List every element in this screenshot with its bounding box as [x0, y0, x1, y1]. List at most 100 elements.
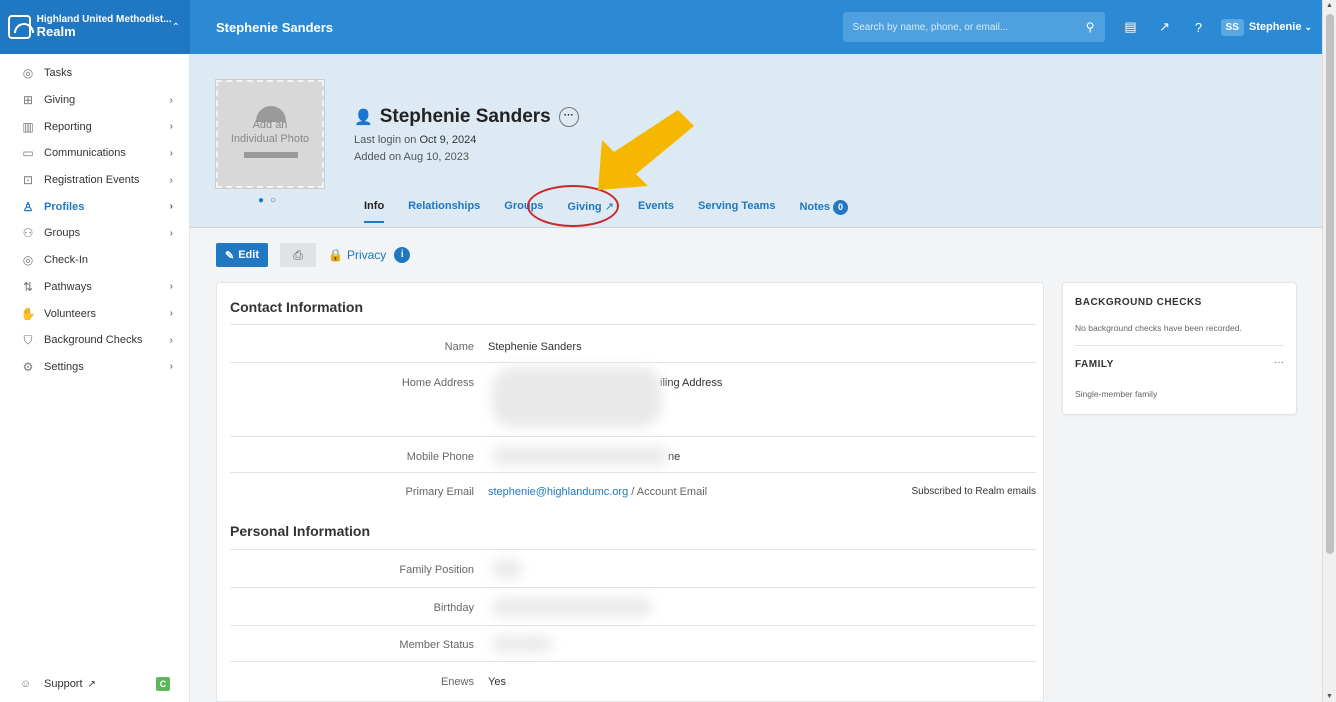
chevron-right-icon: › — [169, 361, 173, 373]
sidebar-item-registration-events[interactable]: ⊡ Registration Events › — [0, 167, 189, 194]
photo-pagination-dots[interactable]: ●○ — [258, 195, 282, 206]
search-input[interactable]: Search by name, phone, or email... ⚲ — [842, 12, 1105, 42]
org-switcher[interactable]: Highland United Methodist... Realm ⌃ — [0, 0, 190, 54]
tab-notes[interactable]: Notes 0 — [799, 200, 849, 223]
address-row: Home Address iling Address — [230, 362, 1036, 436]
sidebar-item-groups[interactable]: ⚇ Groups › — [0, 220, 189, 247]
groups-icon: ⚇ — [22, 226, 34, 241]
tab-relationships[interactable]: Relationships — [408, 200, 480, 223]
print-icon: ⎙ — [293, 247, 303, 262]
support-link[interactable]: ☺ Support ↗ C — [0, 666, 190, 702]
family-title: FAMILY — [1075, 359, 1114, 370]
notes-count-badge: 0 — [833, 200, 849, 215]
sidebar-item-volunteers[interactable]: ✋ Volunteers › — [0, 300, 189, 327]
chevron-right-icon: › — [169, 201, 173, 213]
chevron-right-icon: › — [169, 94, 173, 106]
edit-button[interactable]: ✎ Edit — [216, 243, 268, 267]
tab-events[interactable]: Events — [638, 200, 674, 223]
sidebar-item-background-checks[interactable]: ⛉ Background Checks › — [0, 327, 189, 354]
user-menu[interactable]: SS Stephenie ⌄ — [1220, 18, 1312, 36]
sidebar-item-pathways[interactable]: ⇅ Pathways › — [0, 274, 189, 301]
profile-name-text: Stephenie Sanders — [379, 106, 551, 127]
support-badge[interactable]: C — [156, 677, 170, 691]
subscribed-note: Subscribed to Realm emails — [911, 486, 1037, 497]
sidebar-item-settings[interactable]: ⚙ Settings › — [0, 354, 189, 381]
chat-icon: ▭ — [22, 146, 34, 161]
silhouette-bar — [244, 152, 298, 158]
side-info-card: BACKGROUND CHECKS No background checks h… — [1062, 282, 1297, 415]
privacy-link[interactable]: 🔒 Privacy — [328, 248, 386, 262]
birthday-label: Birthday — [433, 602, 474, 614]
sidebar-item-communications[interactable]: ▭ Communications › — [0, 140, 189, 167]
page-scrollbar[interactable]: ▲ ▼ — [1322, 0, 1336, 702]
pathways-top-icon[interactable]: ↗ — [1157, 19, 1173, 35]
scroll-down-icon[interactable]: ▼ — [1326, 693, 1333, 700]
name-row: Name Stephenie Sanders — [230, 324, 1036, 362]
sidebar: ◎ Tasks ⊞ Giving › ▥ Reporting › ▭ Communicati… — [0, 54, 190, 702]
mailing-address-label: iling Address — [660, 377, 723, 389]
pencil-icon: ✎ — [225, 249, 235, 262]
email-row: Primary Email stephenie@highlandumc.org … — [230, 472, 1036, 508]
sidebar-item-giving[interactable]: ⊞ Giving › — [0, 87, 189, 114]
chevron-down-icon: ⌄ — [1304, 21, 1312, 32]
profile-header: Add an Individual Photo ●○ 👤 Stephenie S… — [190, 54, 1322, 228]
chevron-right-icon: › — [169, 308, 173, 320]
birthday-row: Birthday — [230, 587, 1036, 625]
action-row: ✎ Edit ⎙ 🔒 Privacy i — [216, 243, 411, 267]
check-circle-icon: ◎ — [22, 253, 34, 268]
chevron-right-icon: › — [169, 281, 173, 293]
print-button[interactable]: ⎙ — [280, 243, 316, 267]
search-icon[interactable]: ⚲ — [1086, 20, 1095, 34]
redacted-member-status — [492, 636, 552, 652]
background-checks-title: BACKGROUND CHECKS — [1075, 297, 1202, 308]
page-title: Stephenie Sanders — [216, 19, 334, 35]
pathways-icon: ⇅ — [22, 279, 34, 294]
search-placeholder: Search by name, phone, or email... — [852, 21, 1009, 33]
profile-meta: Last login on Oct 9, 2024 Added on Aug 1… — [354, 134, 477, 163]
sidebar-item-tasks[interactable]: ◎ Tasks — [0, 60, 189, 87]
primary-email-label: Primary Email — [405, 486, 474, 498]
messages-icon[interactable]: ▤ — [1123, 19, 1139, 35]
chevron-right-icon: › — [169, 174, 173, 186]
add-photo-placeholder[interactable]: Add an Individual Photo — [215, 79, 325, 189]
enews-label: Enews — [440, 676, 474, 688]
mobile-phone-label: Mobile Phone — [406, 451, 474, 463]
redacted-address — [492, 367, 662, 427]
person-icon: 👤 — [354, 109, 373, 126]
profile-details-card: Contact Information Name Stephenie Sande… — [216, 282, 1044, 702]
user-name: Stephenie — [1248, 21, 1302, 33]
sidebar-item-check-in[interactable]: ◎ Check-In — [0, 247, 189, 274]
giving-icon: ⊞ — [22, 93, 34, 108]
help-icon[interactable]: ? — [1191, 20, 1207, 35]
external-link-icon: ↗ — [87, 678, 96, 690]
enews-row: Enews Yes — [230, 661, 1036, 699]
profile-name: 👤 Stephenie Sanders ··· — [354, 106, 579, 128]
redacted-family-position — [492, 560, 522, 578]
star-box-icon: ⊡ — [22, 173, 34, 188]
divider — [1075, 345, 1284, 346]
sidebar-item-reporting[interactable]: ▥ Reporting › — [0, 113, 189, 140]
scrollbar-thumb[interactable] — [1326, 14, 1334, 554]
profiles-icon: ♙ — [22, 199, 34, 214]
home-address-label: Home Address — [401, 377, 474, 389]
sidebar-item-profiles[interactable]: ♙ Profiles › — [0, 193, 189, 220]
realm-logo-icon — [8, 15, 34, 39]
name-value: Stephenie Sanders — [488, 341, 582, 353]
primary-email-link[interactable]: stephenie@highlandumc.org — [488, 486, 628, 498]
info-icon[interactable]: i — [394, 247, 411, 263]
chevron-updown-icon: ⌃ — [171, 21, 180, 33]
tab-info[interactable]: Info — [364, 200, 385, 223]
support-icon: ☺ — [20, 678, 32, 690]
chart-icon: ▥ — [22, 119, 34, 134]
more-options-button[interactable]: ··· — [558, 107, 579, 127]
photo-text-line2: Individual Photo — [230, 133, 310, 146]
scroll-up-icon[interactable]: ▲ — [1326, 2, 1333, 9]
email-value-group: stephenie@highlandumc.org / Account Emai… — [488, 486, 707, 498]
gear-icon: ⚙ — [22, 359, 34, 374]
family-more-button[interactable]: ··· — [1274, 357, 1284, 368]
app-name: Realm — [36, 24, 76, 40]
family-position-label: Family Position — [399, 564, 474, 576]
tab-serving-teams[interactable]: Serving Teams — [698, 200, 775, 223]
family-position-row: Family Position — [230, 549, 1036, 587]
phone-partial: ne — [668, 451, 681, 463]
